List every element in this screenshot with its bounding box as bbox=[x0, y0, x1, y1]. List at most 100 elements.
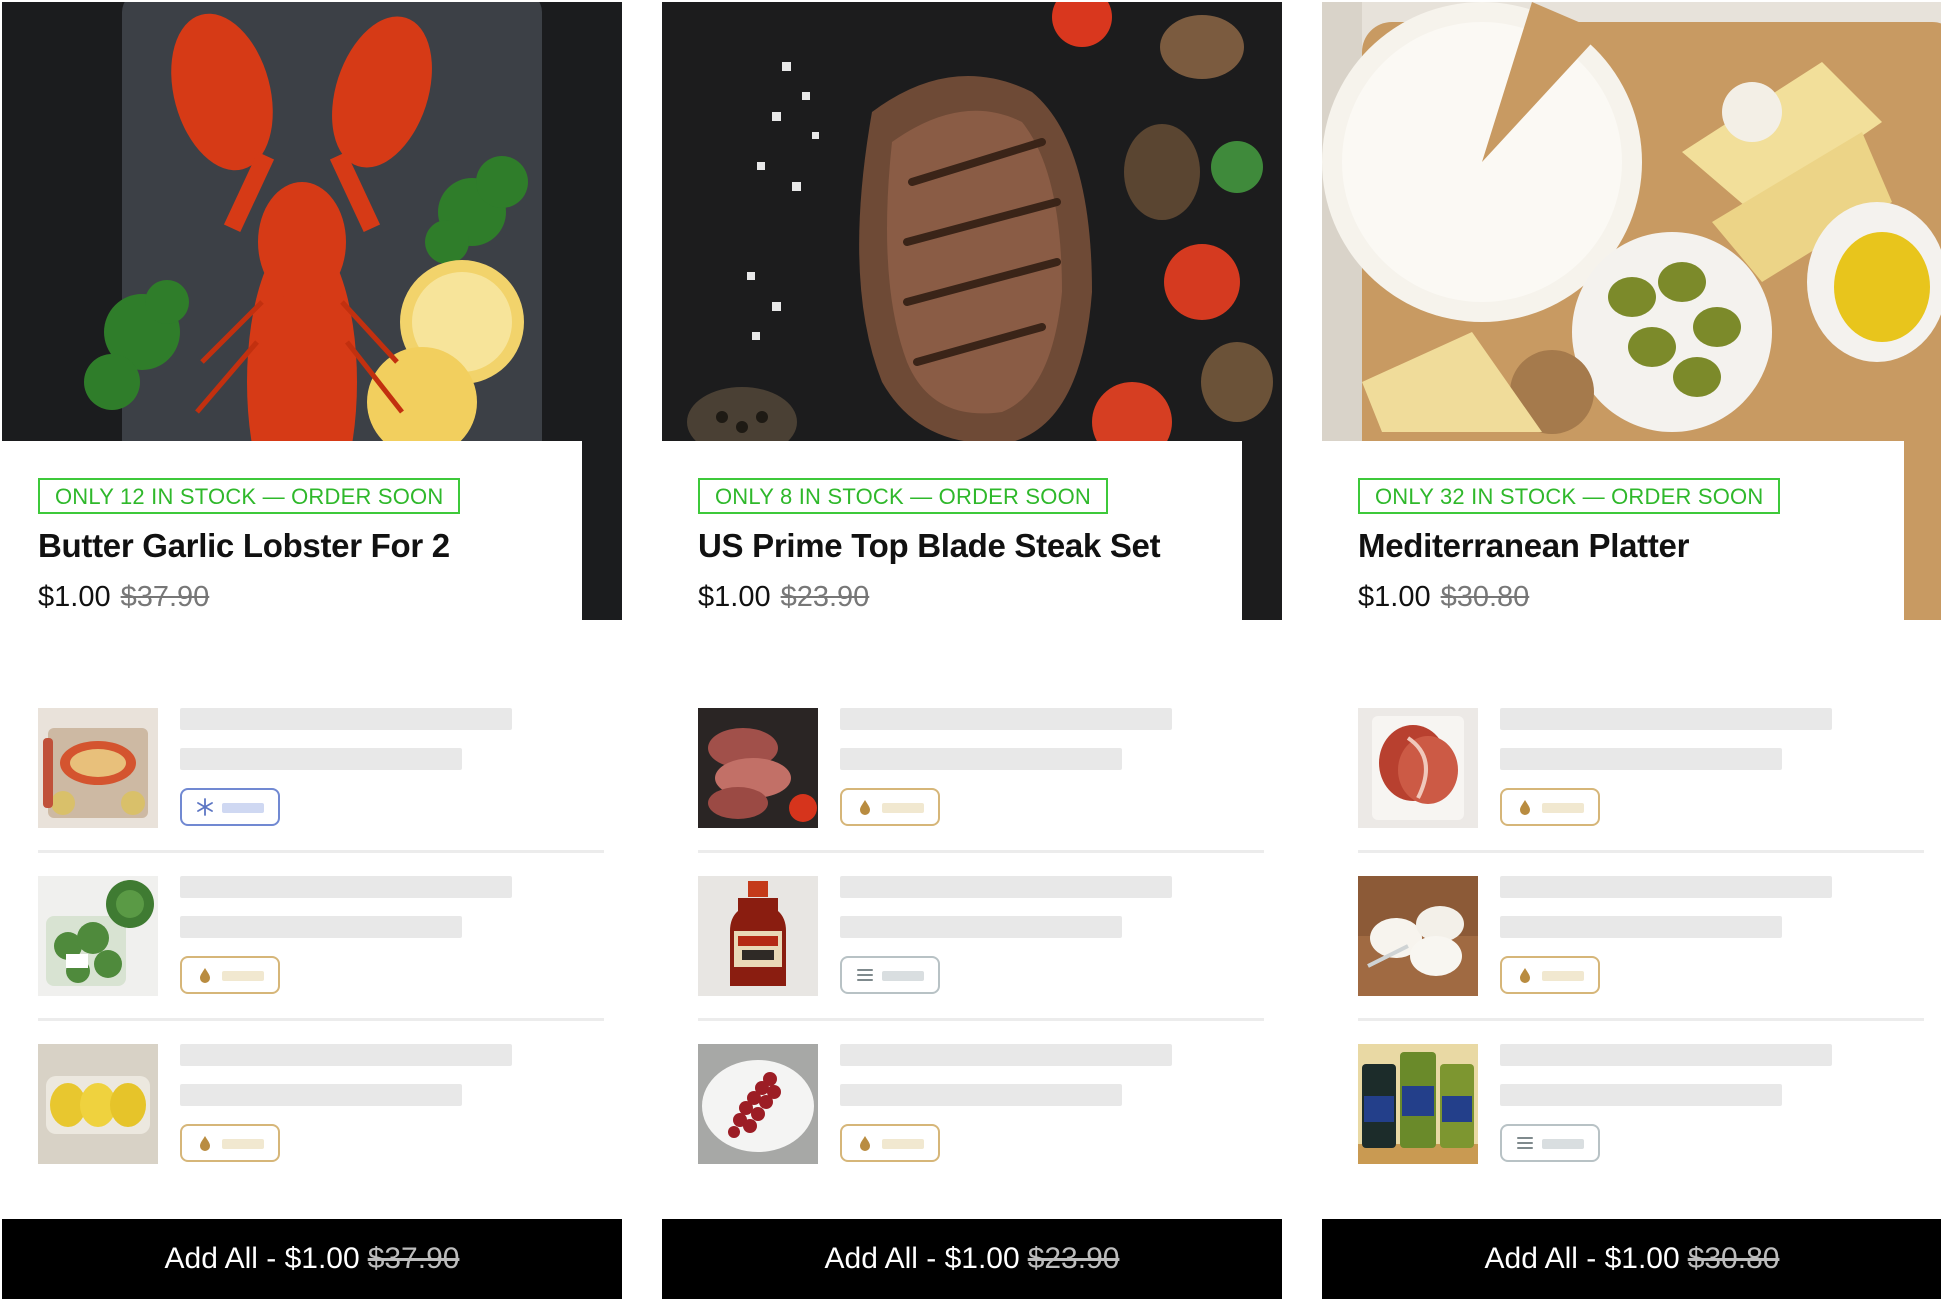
skeleton-line bbox=[840, 876, 1172, 898]
skeleton-line bbox=[1500, 1084, 1782, 1106]
skeleton-line bbox=[222, 803, 264, 813]
add-all-original-price: $30.80 bbox=[1687, 1242, 1780, 1275]
list-icon bbox=[1517, 1137, 1533, 1149]
original-price: $23.90 bbox=[780, 581, 870, 613]
list-item[interactable] bbox=[1358, 1042, 1924, 1210]
item-thumbnail bbox=[698, 708, 818, 828]
bundle-items-list bbox=[698, 706, 1264, 1210]
skeleton-line bbox=[1500, 708, 1832, 730]
bundle-card-mediterranean: ONLY 32 IN STOCK — ORDER SOON Mediterran… bbox=[1322, 0, 1941, 1299]
stock-badge: ONLY 32 IN STOCK — ORDER SOON bbox=[1358, 478, 1781, 514]
skeleton-line bbox=[840, 916, 1122, 938]
item-thumbnail bbox=[698, 876, 818, 996]
skeleton-line bbox=[1542, 1139, 1584, 1149]
skeleton-line bbox=[180, 1044, 512, 1066]
add-all-button[interactable]: Add All - $1.00 $30.80 bbox=[1322, 1219, 1941, 1299]
item-thumbnail bbox=[38, 1044, 158, 1164]
pantry-tag bbox=[180, 1124, 280, 1162]
skeleton-line bbox=[840, 1044, 1172, 1066]
skeleton-line bbox=[882, 971, 924, 981]
divider bbox=[698, 1018, 1264, 1021]
divider bbox=[698, 850, 1264, 853]
drop-icon bbox=[200, 1136, 210, 1151]
drop-icon bbox=[1520, 968, 1530, 983]
price-row: $1.00 $30.80 bbox=[1358, 581, 1529, 614]
skeleton-line bbox=[180, 708, 512, 730]
list-item[interactable] bbox=[38, 1042, 604, 1210]
skeleton-line bbox=[1542, 803, 1584, 813]
product-title[interactable]: Butter Garlic Lobster For 2 bbox=[38, 527, 450, 565]
skeleton-line bbox=[180, 916, 462, 938]
grocery-tag bbox=[1500, 1124, 1600, 1162]
price-row: $1.00 $37.90 bbox=[38, 581, 209, 614]
list-item[interactable] bbox=[1358, 706, 1924, 874]
original-price: $37.90 bbox=[120, 581, 210, 613]
skeleton-line bbox=[840, 708, 1172, 730]
add-all-button[interactable]: Add All - $1.00 $37.90 bbox=[2, 1219, 622, 1299]
list-item[interactable] bbox=[38, 706, 604, 874]
skeleton-line bbox=[180, 1084, 462, 1106]
stock-badge: ONLY 8 IN STOCK — ORDER SOON bbox=[698, 478, 1109, 514]
add-all-original-price: $23.90 bbox=[1027, 1242, 1120, 1275]
add-all-original-price: $37.90 bbox=[367, 1242, 460, 1275]
drop-icon bbox=[200, 968, 210, 983]
list-item[interactable] bbox=[1358, 874, 1924, 1042]
add-all-label: Add All - $1.00 bbox=[1484, 1242, 1680, 1275]
item-thumbnail bbox=[1358, 1044, 1478, 1164]
skeleton-line bbox=[180, 876, 512, 898]
skeleton-line bbox=[180, 748, 462, 770]
pantry-tag bbox=[840, 1124, 940, 1162]
skeleton-line bbox=[882, 1139, 924, 1149]
item-thumbnail bbox=[1358, 876, 1478, 996]
product-info: ONLY 12 IN STOCK — ORDER SOON Butter Gar… bbox=[2, 441, 582, 621]
skeleton-line bbox=[222, 971, 264, 981]
list-icon bbox=[857, 969, 873, 981]
item-thumbnail bbox=[38, 876, 158, 996]
skeleton-line bbox=[840, 1084, 1122, 1106]
product-info: ONLY 32 IN STOCK — ORDER SOON Mediterran… bbox=[1322, 441, 1904, 621]
frozen-tag bbox=[180, 788, 280, 826]
current-price: $1.00 bbox=[698, 581, 771, 613]
divider bbox=[38, 850, 604, 853]
divider bbox=[1358, 850, 1924, 853]
drop-icon bbox=[1520, 800, 1530, 815]
original-price: $30.80 bbox=[1440, 581, 1530, 613]
pantry-tag bbox=[1500, 956, 1600, 994]
product-title[interactable]: US Prime Top Blade Steak Set bbox=[698, 527, 1161, 565]
bundle-items-list bbox=[38, 706, 604, 1210]
skeleton-line bbox=[222, 1139, 264, 1149]
product-info: ONLY 8 IN STOCK — ORDER SOON US Prime To… bbox=[662, 441, 1242, 621]
product-bundle-grid: ONLY 12 IN STOCK — ORDER SOON Butter Gar… bbox=[0, 0, 1941, 1299]
list-item[interactable] bbox=[698, 1042, 1264, 1210]
skeleton-line bbox=[1500, 916, 1782, 938]
grocery-tag bbox=[840, 956, 940, 994]
product-title[interactable]: Mediterranean Platter bbox=[1358, 527, 1689, 565]
current-price: $1.00 bbox=[1358, 581, 1431, 613]
item-thumbnail bbox=[1358, 708, 1478, 828]
add-all-label: Add All - $1.00 bbox=[824, 1242, 1020, 1275]
drop-icon bbox=[860, 800, 870, 815]
pantry-tag bbox=[180, 956, 280, 994]
skeleton-line bbox=[1542, 971, 1584, 981]
skeleton-line bbox=[840, 748, 1122, 770]
bundle-items-list bbox=[1358, 706, 1924, 1210]
item-thumbnail bbox=[698, 1044, 818, 1164]
item-thumbnail bbox=[38, 708, 158, 828]
drop-icon bbox=[860, 1136, 870, 1151]
current-price: $1.00 bbox=[38, 581, 111, 613]
skeleton-line bbox=[1500, 748, 1782, 770]
skeleton-line bbox=[882, 803, 924, 813]
list-item[interactable] bbox=[38, 874, 604, 1042]
divider bbox=[38, 1018, 604, 1021]
add-all-button[interactable]: Add All - $1.00 $23.90 bbox=[662, 1219, 1282, 1299]
snowflake-icon bbox=[197, 798, 213, 816]
list-item[interactable] bbox=[698, 874, 1264, 1042]
skeleton-line bbox=[1500, 876, 1832, 898]
price-row: $1.00 $23.90 bbox=[698, 581, 869, 614]
skeleton-line bbox=[1500, 1044, 1832, 1066]
bundle-card-steak: ONLY 8 IN STOCK — ORDER SOON US Prime To… bbox=[662, 0, 1282, 1299]
divider bbox=[1358, 1018, 1924, 1021]
pantry-tag bbox=[1500, 788, 1600, 826]
list-item[interactable] bbox=[698, 706, 1264, 874]
add-all-label: Add All - $1.00 bbox=[164, 1242, 360, 1275]
